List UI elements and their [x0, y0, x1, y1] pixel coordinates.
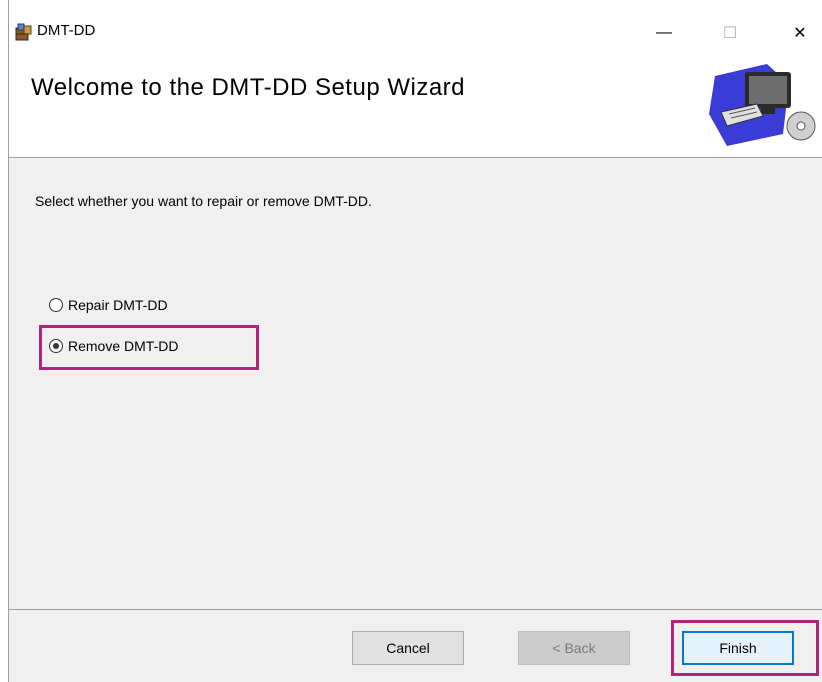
remove-option-highlight — [39, 325, 259, 370]
computer-cd-icon — [697, 54, 821, 150]
title-bar: DMT-DD — ☐ ✕ — [9, 0, 822, 62]
minimize-button[interactable]: — — [641, 14, 687, 52]
footer-divider — [9, 609, 822, 610]
maximize-icon: ☐ — [722, 25, 738, 42]
setup-wizard-window: DMT-DD — ☐ ✕ Welcome to the DMT-DD Setup… — [8, 0, 822, 682]
wizard-header: Welcome to the DMT-DD Setup Wizard — [9, 62, 822, 158]
maximize-button[interactable]: ☐ — [707, 14, 753, 52]
repair-option[interactable]: Repair DMT-DD — [49, 297, 168, 313]
close-icon: ✕ — [793, 25, 807, 42]
repair-option-label: Repair DMT-DD — [68, 297, 168, 313]
window-title: DMT-DD — [37, 22, 96, 39]
page-title: Welcome to the DMT-DD Setup Wizard — [31, 74, 466, 101]
repair-radio[interactable] — [49, 298, 63, 312]
close-button[interactable]: ✕ — [777, 14, 822, 52]
finish-button-highlight — [671, 620, 819, 676]
installer-app-icon — [13, 22, 33, 42]
instruction-text: Select whether you want to repair or rem… — [35, 193, 372, 209]
minimize-icon: — — [656, 24, 672, 41]
back-button[interactable]: < Back — [518, 631, 630, 665]
cancel-button[interactable]: Cancel — [352, 631, 464, 665]
